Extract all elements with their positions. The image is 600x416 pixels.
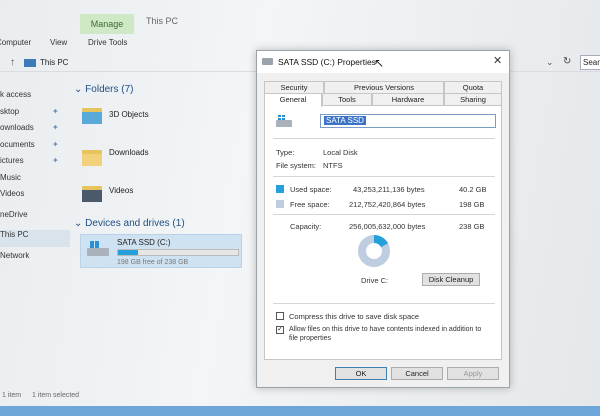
pin-icon: ✦ — [52, 123, 59, 132]
free-space-label: Free space: — [290, 200, 330, 209]
tab-security[interactable]: Security — [264, 81, 324, 93]
capacity-bytes: 256,005,632,000 bytes — [349, 222, 426, 231]
breadcrumb[interactable]: This PC — [40, 58, 68, 67]
divider — [273, 176, 495, 177]
up-arrow-icon[interactable]: ↑ — [10, 57, 15, 68]
tab-sharing[interactable]: Sharing — [444, 93, 502, 105]
nav-item-this-pc[interactable]: This PC — [0, 230, 70, 247]
general-panel: SATA SSD Type: Local Disk File system: N… — [264, 105, 502, 360]
compress-label: Compress this drive to save disk space — [289, 312, 420, 321]
type-label: Type: — [276, 148, 295, 157]
ribbon-tab-drive-tools[interactable]: Drive Tools — [88, 38, 127, 47]
drive-icon — [85, 239, 111, 259]
nav-item-quick-access[interactable]: k access — [0, 90, 70, 107]
properties-dialog: SATA SSD (C:) Properties ✕ Security Prev… — [256, 50, 510, 388]
drive-free-text: 198 GB free of 238 GB — [117, 259, 189, 266]
nav-item-music[interactable]: Music — [0, 173, 70, 190]
taskbar-strip — [0, 406, 600, 416]
cancel-button[interactable]: Cancel — [391, 367, 443, 380]
divider — [273, 214, 495, 215]
pin-icon: ✦ — [52, 156, 59, 165]
type-value: Local Disk — [323, 148, 358, 157]
chevron-down-icon: ⌄ — [74, 84, 86, 95]
pin-icon: ✦ — [52, 139, 59, 149]
folder-icon — [82, 106, 102, 124]
close-icon[interactable]: ✕ — [493, 54, 502, 67]
status-bar: 1 item 1 item selected — [0, 392, 600, 404]
index-label-line1: Allow files on this drive to have conten… — [289, 326, 482, 333]
disk-cleanup-button[interactable]: Disk Cleanup — [422, 273, 480, 286]
tab-hardware[interactable]: Hardware — [372, 93, 444, 105]
videos-folder-icon — [82, 184, 102, 202]
used-space-label: Used space: — [290, 185, 332, 194]
ribbon-tab-computer[interactable]: Computer — [0, 38, 31, 47]
status-item-count: 1 item — [2, 392, 22, 399]
free-space-gb: 198 GB — [459, 200, 485, 209]
free-space-swatch — [276, 200, 284, 208]
pin-icon: ✦ — [52, 106, 59, 116]
folders-group-header[interactable]: ⌄ Folders (7) — [74, 84, 134, 95]
capacity-label: Capacity: — [290, 222, 322, 231]
chevron-down-icon[interactable]: ⌄ — [546, 57, 554, 68]
index-checkbox[interactable]: ✓ — [276, 326, 284, 334]
nav-item-downloads[interactable]: ownloads ✦ — [0, 123, 70, 140]
nav-item-onedrive[interactable]: neDrive — [0, 210, 70, 227]
filesystem-label: File system: — [276, 161, 317, 170]
navigation-pane: k access sktop ✦ ownloads ✦ ocuments ✦ ictu… — [0, 90, 70, 267]
index-label-line2: file properties — [289, 335, 332, 342]
drive-tile-c[interactable]: SATA SSD (C:) 198 GB free of 238 GB — [80, 234, 242, 268]
usage-donut-chart — [358, 235, 390, 267]
capacity-gb: 238 GB — [459, 222, 485, 231]
status-selected: 1 item selected — [32, 392, 80, 399]
this-pc-icon — [24, 59, 36, 67]
ribbon-tab-view[interactable]: View — [50, 38, 67, 47]
divider — [273, 138, 495, 139]
drive-name-input[interactable]: SATA SSD — [320, 114, 496, 128]
folder-3d-objects[interactable]: 3D Objects — [109, 110, 149, 119]
search-input[interactable]: Sear — [580, 55, 600, 70]
ribbon-tab-manage[interactable]: Manage — [80, 14, 134, 34]
chevron-down-icon: ⌄ — [74, 218, 86, 229]
drive-name: SATA SSD (C:) — [117, 238, 171, 247]
nav-item-videos[interactable]: Videos — [0, 189, 70, 206]
free-space-bytes: 212,752,420,864 bytes — [349, 200, 426, 209]
nav-item-network[interactable]: Network — [0, 251, 70, 268]
drive-usage-fill — [118, 250, 139, 255]
divider — [273, 303, 495, 304]
mouse-cursor-icon: ↖ — [374, 56, 385, 70]
drive-icon — [262, 58, 273, 65]
devices-group-header[interactable]: ⌄ Devices and drives (1) — [74, 218, 185, 229]
used-space-bytes: 43,253,211,136 bytes — [353, 185, 425, 194]
window-title: This PC — [146, 16, 179, 26]
drive-letter-label: Drive C: — [361, 276, 389, 285]
folder-downloads[interactable]: Downloads — [109, 148, 149, 157]
tab-quota[interactable]: Quota — [444, 81, 502, 93]
nav-item-desktop[interactable]: sktop ✦ — [0, 107, 70, 124]
folder-videos[interactable]: Videos — [109, 186, 133, 195]
nav-item-documents[interactable]: ocuments ✦ — [0, 140, 70, 157]
folder-icon — [82, 148, 102, 166]
used-space-gb: 40.2 GB — [459, 185, 487, 194]
tab-tools[interactable]: Tools — [322, 93, 372, 105]
nav-item-pictures[interactable]: ictures ✦ — [0, 156, 70, 173]
drive-icon — [275, 115, 293, 128]
drive-usage-bar — [117, 249, 239, 256]
used-space-swatch — [276, 185, 284, 193]
dialog-title: SATA SSD (C:) Properties — [278, 57, 376, 67]
filesystem-value: NTFS — [323, 161, 343, 170]
refresh-icon[interactable]: ↻ — [563, 56, 571, 67]
apply-button[interactable]: Apply — [447, 367, 499, 380]
compress-checkbox[interactable] — [276, 312, 284, 320]
ok-button[interactable]: OK — [335, 367, 387, 380]
tab-previous-versions[interactable]: Previous Versions — [324, 81, 444, 93]
tab-general[interactable]: General — [264, 93, 322, 107]
